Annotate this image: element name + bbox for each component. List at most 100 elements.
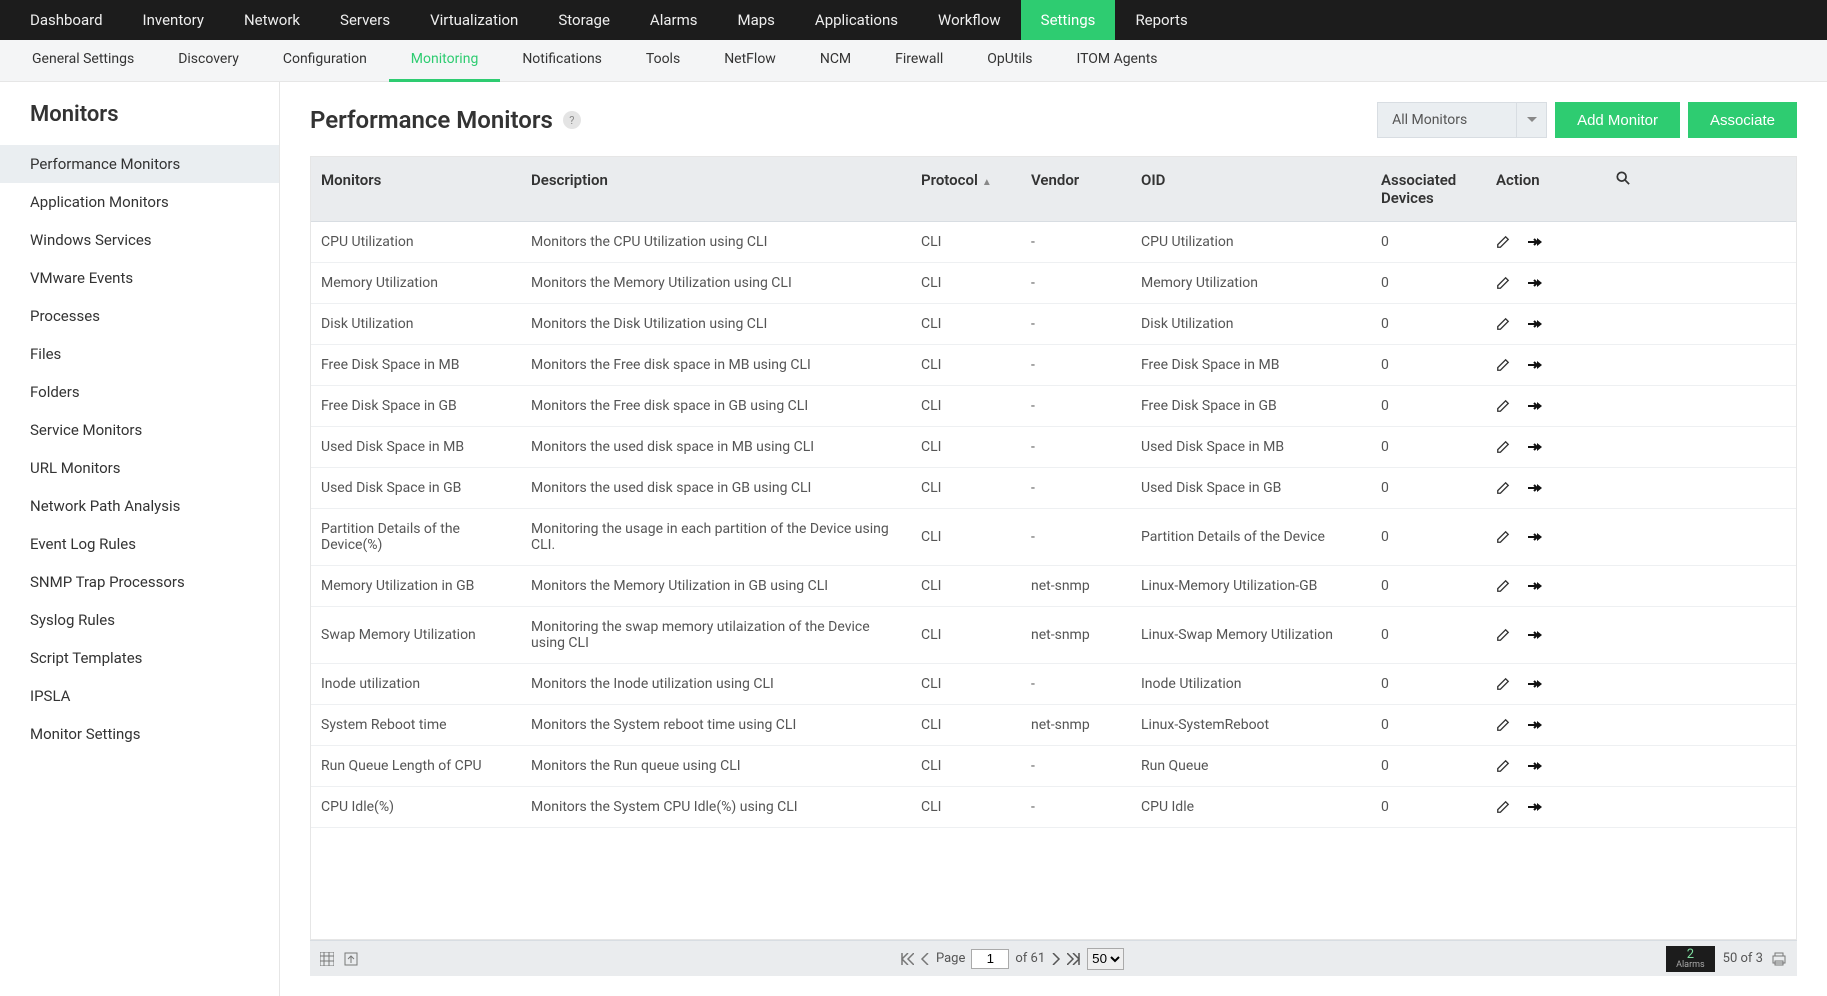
subnav-item-itom-agents[interactable]: ITOM Agents [1054,40,1179,82]
associate-icon[interactable] [1528,399,1544,413]
sidebar-item-monitor-settings[interactable]: Monitor Settings [0,715,279,753]
topnav-item-settings[interactable]: Settings [1021,0,1116,40]
sidebar-item-event-log-rules[interactable]: Event Log Rules [0,525,279,563]
monitors-table-wrap: Monitors Description Protocol▲ Vendor OI… [310,156,1797,940]
sidebar-item-files[interactable]: Files [0,335,279,373]
col-header-vendor[interactable]: Vendor [1021,157,1131,222]
associate-icon[interactable] [1528,579,1544,593]
add-monitor-button[interactable]: Add Monitor [1555,102,1680,138]
sidebar-item-url-monitors[interactable]: URL Monitors [0,449,279,487]
subnav-item-notifications[interactable]: Notifications [500,40,624,82]
subnav-item-monitoring[interactable]: Monitoring [389,40,501,82]
associate-icon[interactable] [1528,276,1544,290]
search-column-icon[interactable] [1606,157,1796,222]
sidebar-item-script-templates[interactable]: Script Templates [0,639,279,677]
sidebar-item-windows-services[interactable]: Windows Services [0,221,279,259]
subnav-item-oputils[interactable]: OpUtils [965,40,1054,82]
edit-icon[interactable] [1496,759,1510,773]
associate-icon[interactable] [1528,800,1544,814]
cell-associated: 0 [1371,263,1486,304]
topnav-item-network[interactable]: Network [224,0,320,40]
topnav-item-applications[interactable]: Applications [795,0,918,40]
export-icon[interactable] [344,952,358,966]
print-icon[interactable] [1771,951,1787,967]
topnav-item-servers[interactable]: Servers [320,0,410,40]
sidebar-item-ipsla[interactable]: IPSLA [0,677,279,715]
edit-icon[interactable] [1496,800,1510,814]
topnav-item-maps[interactable]: Maps [717,0,794,40]
associate-icon[interactable] [1528,530,1544,544]
subnav-item-netflow[interactable]: NetFlow [702,40,798,82]
last-page-icon[interactable] [1067,953,1081,965]
sidebar-item-network-path-analysis[interactable]: Network Path Analysis [0,487,279,525]
cell-action [1486,345,1796,386]
edit-icon[interactable] [1496,579,1510,593]
associate-icon[interactable] [1528,718,1544,732]
edit-icon[interactable] [1496,481,1510,495]
associate-icon[interactable] [1528,481,1544,495]
topnav-item-virtualization[interactable]: Virtualization [410,0,538,40]
sidebar-item-processes[interactable]: Processes [0,297,279,335]
prev-page-icon[interactable] [920,953,930,965]
grid-view-icon[interactable] [320,952,334,966]
subnav-item-ncm[interactable]: NCM [798,40,873,82]
topnav-item-reports[interactable]: Reports [1115,0,1207,40]
col-header-monitors[interactable]: Monitors [311,157,521,222]
subnav-item-tools[interactable]: Tools [624,40,702,82]
first-page-icon[interactable] [900,953,914,965]
help-icon[interactable]: ? [563,111,581,129]
next-page-icon[interactable] [1051,953,1061,965]
table-row: Free Disk Space in GBMonitors the Free d… [311,386,1796,427]
cell-protocol: CLI [911,566,1021,607]
associate-icon[interactable] [1528,235,1544,249]
alarm-badge[interactable]: 2 Alarms [1666,946,1715,972]
subnav-item-discovery[interactable]: Discovery [156,40,261,82]
edit-icon[interactable] [1496,677,1510,691]
sidebar-item-performance-monitors[interactable]: Performance Monitors [0,145,279,183]
sidebar-item-snmp-trap-processors[interactable]: SNMP Trap Processors [0,563,279,601]
page-size-select[interactable]: 50 [1087,948,1124,970]
edit-icon[interactable] [1496,628,1510,642]
topnav-item-alarms[interactable]: Alarms [630,0,718,40]
edit-icon[interactable] [1496,276,1510,290]
edit-icon[interactable] [1496,718,1510,732]
topnav-item-storage[interactable]: Storage [538,0,630,40]
subnav-item-firewall[interactable]: Firewall [873,40,965,82]
sidebar-item-folders[interactable]: Folders [0,373,279,411]
sidebar-item-syslog-rules[interactable]: Syslog Rules [0,601,279,639]
sidebar-item-application-monitors[interactable]: Application Monitors [0,183,279,221]
subnav-item-general-settings[interactable]: General Settings [10,40,156,82]
edit-icon[interactable] [1496,399,1510,413]
col-header-protocol[interactable]: Protocol▲ [911,157,1021,222]
topnav-item-dashboard[interactable]: Dashboard [10,0,123,40]
edit-icon[interactable] [1496,440,1510,454]
cell-protocol: CLI [911,607,1021,664]
cell-protocol: CLI [911,427,1021,468]
sidebar-item-service-monitors[interactable]: Service Monitors [0,411,279,449]
col-header-associated[interactable]: Associated Devices [1371,157,1486,222]
edit-icon[interactable] [1496,317,1510,331]
caret-down-icon [1516,103,1546,137]
edit-icon[interactable] [1496,235,1510,249]
cell-associated: 0 [1371,509,1486,566]
subnav-item-configuration[interactable]: Configuration [261,40,389,82]
col-header-description[interactable]: Description [521,157,911,222]
associate-icon[interactable] [1528,759,1544,773]
cell-action [1486,566,1796,607]
edit-icon[interactable] [1496,358,1510,372]
cell-action [1486,705,1796,746]
page-input[interactable] [971,949,1009,969]
associate-icon[interactable] [1528,628,1544,642]
filter-dropdown[interactable]: All Monitors [1377,102,1547,138]
associate-icon[interactable] [1528,358,1544,372]
associate-icon[interactable] [1528,677,1544,691]
associate-button[interactable]: Associate [1688,102,1797,138]
topnav-item-inventory[interactable]: Inventory [123,0,224,40]
col-header-oid[interactable]: OID [1131,157,1371,222]
edit-icon[interactable] [1496,530,1510,544]
associate-icon[interactable] [1528,440,1544,454]
topnav-item-workflow[interactable]: Workflow [918,0,1021,40]
sidebar-item-vmware-events[interactable]: VMware Events [0,259,279,297]
cell-action [1486,427,1796,468]
associate-icon[interactable] [1528,317,1544,331]
